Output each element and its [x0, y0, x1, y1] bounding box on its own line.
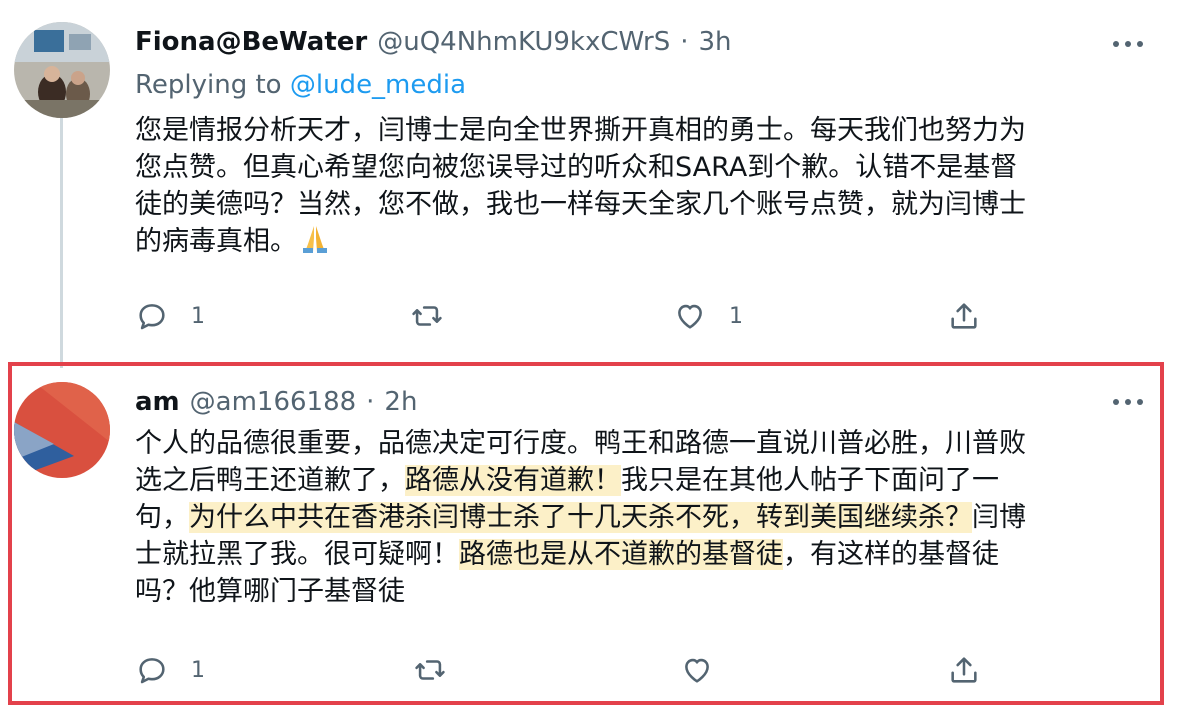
text-line: 徒的美德吗？当然，您不做，我也一样每天全家几个账号点赞，就为闫博士: [135, 189, 1026, 220]
replying-prefix: Replying to: [135, 70, 290, 100]
like-count: 1: [729, 303, 743, 329]
tweet-header: Fiona@BeWater @uQ4NhmKU9kxCWrS · 3h: [135, 24, 732, 60]
retweet-icon: [415, 660, 445, 680]
text-line: 吗？他算哪门子基督徒: [135, 576, 405, 607]
like-button[interactable]: 1: [673, 296, 743, 336]
reply-button[interactable]: 1: [135, 296, 205, 336]
text-segment: 我只是在其他人帖子下面问了一: [621, 465, 999, 496]
tweet-actions: 1: [135, 650, 1015, 690]
heart-icon: [678, 304, 702, 329]
share-icon: [951, 657, 977, 683]
tweet-header: am @am166188 · 2h: [135, 384, 417, 420]
more-options-icon[interactable]: [1113, 396, 1143, 408]
text-line: 士就拉黑了我。很可疑啊！路德也是从不道歉的基督徒，有这样的基督徒: [135, 536, 1145, 573]
handle[interactable]: @am166188: [190, 387, 357, 417]
replying-to: Replying to @lude_media: [135, 70, 466, 100]
share-button[interactable]: [947, 650, 981, 690]
handle[interactable]: @uQ4NhmKU9kxCWrS: [377, 27, 670, 57]
text-line: 您点赞。但真心希望您向被您误导过的听众和SARA到个歉。认错不是基督: [135, 152, 1018, 183]
avatar-fiona[interactable]: [14, 22, 110, 118]
timestamp[interactable]: 3h: [699, 27, 732, 57]
retweet-button[interactable]: [413, 650, 469, 690]
share-button[interactable]: [947, 296, 981, 336]
heart-icon: [685, 658, 709, 683]
tweet-text: 您是情报分析天才，闫博士是向全世界撕开真相的勇士。每天我们也努力为 您点赞。但真…: [135, 112, 1145, 260]
tweet-fiona[interactable]: Fiona@BeWater @uQ4NhmKU9kxCWrS · 3h Repl…: [0, 0, 1189, 355]
text-line: 句，为什么中共在香港杀闫博士杀了十几天杀不死，转到美国继续杀？闫博: [135, 499, 1145, 536]
thread-connector-line: [60, 118, 63, 368]
text-segment: 闫博: [972, 502, 1026, 533]
retweet-button[interactable]: [410, 296, 466, 336]
tweet-text: 个人的品德很重要，品德决定可行度。鸭王和路德一直说川普必胜，川普败 选之后鸭王还…: [135, 425, 1145, 610]
text-segment: 士就拉黑了我。很可疑啊！: [135, 539, 459, 570]
text-line: 个人的品德很重要，品德决定可行度。鸭王和路德一直说川普必胜，川普败: [135, 428, 1026, 459]
text-segment: ，有这样的基督徒: [783, 539, 999, 570]
reply-icon: [139, 304, 165, 330]
display-name[interactable]: am: [135, 387, 180, 417]
separator: ·: [366, 387, 375, 417]
reply-count: 1: [191, 657, 205, 683]
text-segment: 句，: [135, 502, 189, 533]
reply-button[interactable]: 1: [135, 650, 205, 690]
highlighted-text: 为什么中共在香港杀闫博士杀了十几天杀不死，转到美国继续杀？: [189, 502, 972, 533]
avatar-am[interactable]: [14, 382, 110, 478]
highlighted-text: 路德从没有道歉！: [405, 465, 621, 496]
more-options-icon[interactable]: [1113, 38, 1143, 50]
text-line: 的病毒真相。: [135, 226, 297, 257]
display-name[interactable]: Fiona@BeWater: [135, 27, 367, 57]
replying-to-link[interactable]: @lude_media: [290, 70, 466, 100]
timestamp[interactable]: 2h: [384, 387, 417, 417]
tweet-actions: 1 1: [135, 296, 1015, 336]
share-icon: [951, 303, 977, 329]
like-button[interactable]: [680, 650, 736, 690]
reply-icon: [139, 658, 165, 684]
highlighted-text: 路德也是从不道歉的基督徒: [459, 539, 783, 570]
text-line: 选之后鸭王还道歉了，路德从没有道歉！我只是在其他人帖子下面问了一: [135, 462, 1145, 499]
folded-hands-icon: [297, 224, 333, 254]
text-segment: 选之后鸭王还道歉了，: [135, 465, 405, 496]
text-line: 您是情报分析天才，闫博士是向全世界撕开真相的勇士。每天我们也努力为: [135, 115, 1026, 146]
reply-count: 1: [191, 303, 205, 329]
retweet-icon: [412, 306, 442, 326]
separator: ·: [680, 27, 689, 57]
